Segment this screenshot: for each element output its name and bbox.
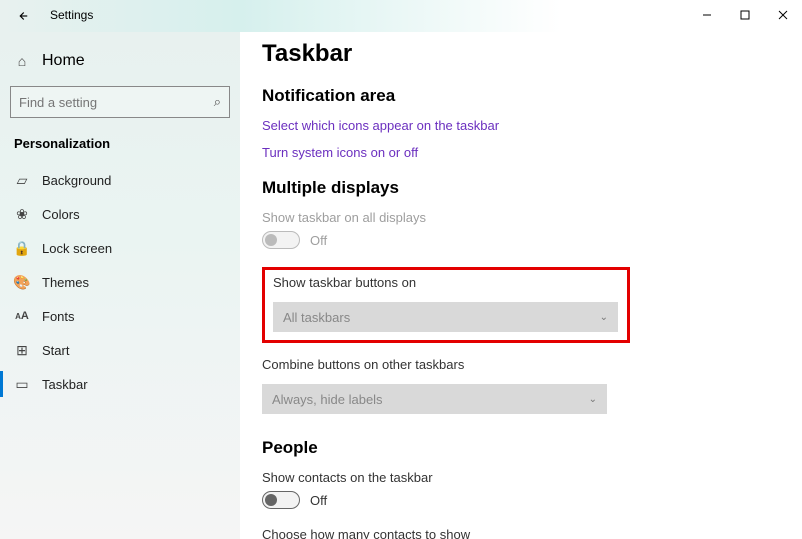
dropdown-value: All taskbars — [283, 310, 350, 325]
app-title: Settings — [50, 8, 93, 22]
section-title: Personalization — [0, 132, 240, 163]
minimize-button[interactable] — [688, 0, 726, 30]
sidebar-item-taskbar[interactable]: ▭ Taskbar — [0, 367, 240, 401]
sidebar-item-start[interactable]: ⊞ Start — [0, 333, 240, 367]
link-select-icons[interactable]: Select which icons appear on the taskbar — [262, 118, 772, 133]
label-choose-contacts: Choose how many contacts to show — [262, 527, 772, 539]
section-people: People — [262, 438, 772, 458]
nav-label: Lock screen — [42, 241, 112, 256]
close-button[interactable] — [764, 0, 802, 30]
start-icon: ⊞ — [14, 342, 30, 358]
themes-icon: 🎨 — [14, 274, 30, 290]
toggle-show-contacts[interactable] — [262, 491, 300, 509]
sidebar: ⌂ Home ⌕ Personalization ▱ Background ❀ … — [0, 32, 240, 539]
label-show-buttons-on: Show taskbar buttons on — [273, 275, 619, 290]
search-icon: ⌕ — [214, 94, 221, 110]
chevron-down-icon: ⌄ — [589, 394, 597, 405]
window-controls — [688, 0, 802, 30]
lockscreen-icon: 🔒 — [14, 240, 30, 256]
nav-label: Background — [42, 173, 111, 188]
sidebar-item-lockscreen[interactable]: 🔒 Lock screen — [0, 231, 240, 265]
dropdown-show-buttons-on[interactable]: All taskbars ⌄ — [273, 302, 618, 332]
titlebar: Settings — [0, 0, 802, 32]
label-combine-buttons: Combine buttons on other taskbars — [262, 357, 772, 372]
colors-icon: ❀ — [14, 206, 30, 222]
nav-label: Colors — [42, 207, 80, 222]
chevron-down-icon: ⌄ — [600, 312, 608, 323]
main-content: Taskbar Notification area Select which i… — [262, 32, 802, 539]
page-title: Taskbar — [262, 40, 772, 68]
taskbar-icon: ▭ — [14, 376, 30, 392]
home-label: Home — [42, 52, 85, 70]
search-input[interactable] — [19, 95, 214, 110]
sidebar-item-colors[interactable]: ❀ Colors — [0, 197, 240, 231]
sidebar-item-themes[interactable]: 🎨 Themes — [0, 265, 240, 299]
highlight-box: Show taskbar buttons on All taskbars ⌄ — [262, 267, 630, 343]
section-multiple-displays: Multiple displays — [262, 178, 772, 198]
background-icon: ▱ — [14, 172, 30, 188]
label-show-taskbar-all: Show taskbar on all displays — [262, 210, 772, 225]
link-system-icons[interactable]: Turn system icons on or off — [262, 145, 772, 160]
toggle-show-taskbar-all — [262, 231, 300, 249]
maximize-button[interactable] — [726, 0, 764, 30]
nav-label: Themes — [42, 275, 89, 290]
sidebar-home[interactable]: ⌂ Home — [0, 44, 240, 78]
nav-label: Fonts — [42, 309, 75, 324]
home-icon: ⌂ — [14, 53, 30, 69]
sidebar-item-fonts[interactable]: AA Fonts — [0, 299, 240, 333]
dropdown-value: Always, hide labels — [272, 392, 383, 407]
toggle-state-show-contacts: Off — [310, 493, 327, 508]
nav-label: Taskbar — [42, 377, 88, 392]
back-button[interactable] — [10, 4, 34, 28]
fonts-icon: AA — [14, 308, 30, 324]
search-box[interactable]: ⌕ — [10, 86, 230, 118]
section-notification-area: Notification area — [262, 86, 772, 106]
dropdown-combine-buttons[interactable]: Always, hide labels ⌄ — [262, 384, 607, 414]
nav-label: Start — [42, 343, 69, 358]
toggle-state-show-taskbar-all: Off — [310, 233, 327, 248]
sidebar-item-background[interactable]: ▱ Background — [0, 163, 240, 197]
label-show-contacts: Show contacts on the taskbar — [262, 470, 772, 485]
back-arrow-icon — [15, 9, 29, 23]
